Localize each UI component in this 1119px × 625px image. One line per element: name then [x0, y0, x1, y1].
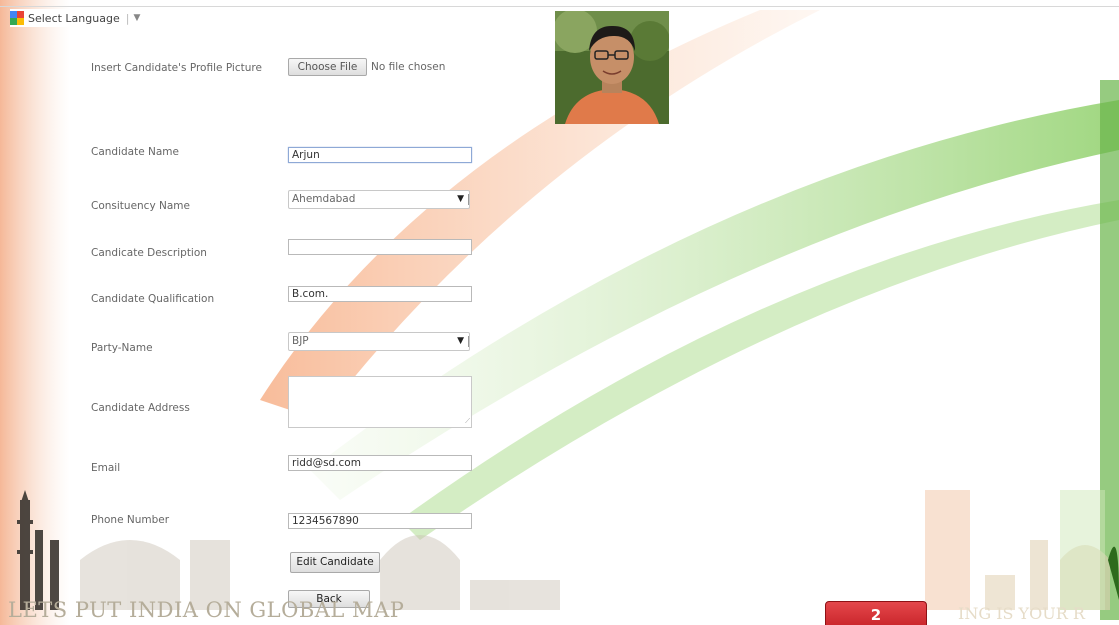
address-textarea[interactable]: ⟋: [288, 376, 472, 428]
email-input[interactable]: ridd@sd.com: [288, 455, 472, 471]
google-translate-icon: [10, 11, 24, 25]
dropdown-arrow-icon: ▼: [457, 336, 464, 346]
select-edge: [468, 194, 469, 205]
party-label: Party-Name: [91, 342, 153, 354]
party-select[interactable]: BJP ▼: [288, 332, 470, 351]
page: Select Language | ▼ Insert Candidate's P…: [0, 0, 1119, 625]
description-label: Candicate Description: [91, 247, 207, 259]
email-label: Email: [91, 462, 121, 474]
banner-slogan: LETS PUT INDIA ON GLOBAL MAP: [8, 598, 405, 622]
party-selected-value: BJP: [292, 335, 309, 347]
resize-grip-icon[interactable]: ⟋: [465, 417, 470, 426]
chevron-down-icon[interactable]: ▼: [133, 13, 140, 23]
banner-slogan-right: ING IS YOUR R: [958, 604, 1085, 623]
description-input[interactable]: [288, 239, 472, 255]
address-label: Candidate Address: [91, 402, 190, 414]
candidate-name-input[interactable]: Arjun: [288, 147, 472, 163]
language-selector-label: Select Language: [28, 11, 120, 25]
dropdown-arrow-icon: ▼: [457, 194, 464, 204]
phone-label: Phone Number: [91, 514, 170, 526]
candidate-photo: [555, 11, 669, 124]
edit-candidate-button[interactable]: Edit Candidate: [290, 552, 380, 573]
notification-badge[interactable]: 2: [825, 601, 927, 625]
constituency-label: Consituency Name: [91, 200, 190, 212]
divider: |: [125, 11, 130, 25]
select-edge: [468, 336, 469, 347]
candidate-name-label: Candidate Name: [91, 146, 179, 158]
phone-input[interactable]: 1234567890: [288, 513, 472, 529]
file-status-text: No file chosen: [371, 61, 446, 73]
qualification-input[interactable]: B.com.: [288, 286, 472, 302]
constituency-select[interactable]: Ahemdabad ▼: [288, 190, 470, 209]
language-selector[interactable]: Select Language | ▼: [10, 9, 141, 27]
choose-file-button[interactable]: Choose File: [288, 58, 367, 76]
profile-picture-label: Insert Candidate's Profile Picture: [91, 62, 262, 74]
qualification-label: Candidate Qualification: [91, 293, 215, 305]
top-divider: [0, 6, 1119, 7]
constituency-selected-value: Ahemdabad: [292, 193, 356, 205]
